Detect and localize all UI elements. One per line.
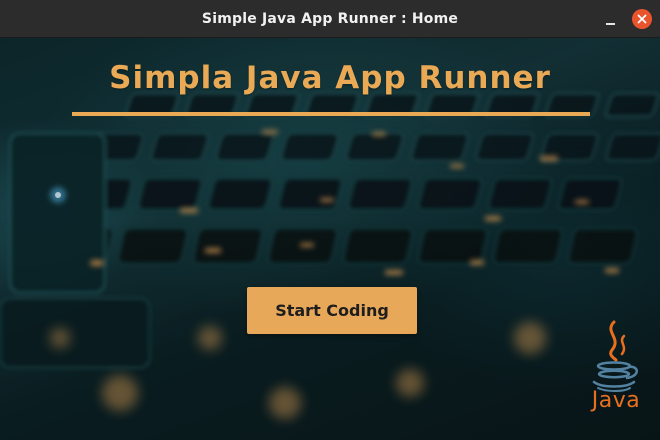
- java-logo-text: Java: [591, 388, 641, 413]
- minimize-button[interactable]: [600, 9, 620, 29]
- app-heading: Simpla Java App Runner: [109, 60, 551, 96]
- keyboard-background-image: [0, 38, 660, 440]
- home-view: Simpla Java App Runner Start Coding Java: [0, 38, 660, 440]
- app-window: Simple Java App Runner : Home Simpla Jav…: [0, 0, 660, 440]
- heading-underline: [72, 112, 590, 116]
- close-icon: [637, 14, 647, 24]
- window-title: Simple Java App Runner : Home: [201, 10, 459, 27]
- title-bar[interactable]: Simple Java App Runner : Home: [0, 0, 660, 38]
- close-button[interactable]: [632, 9, 652, 29]
- start-coding-button[interactable]: Start Coding: [247, 287, 417, 334]
- minimize-icon: [605, 23, 615, 25]
